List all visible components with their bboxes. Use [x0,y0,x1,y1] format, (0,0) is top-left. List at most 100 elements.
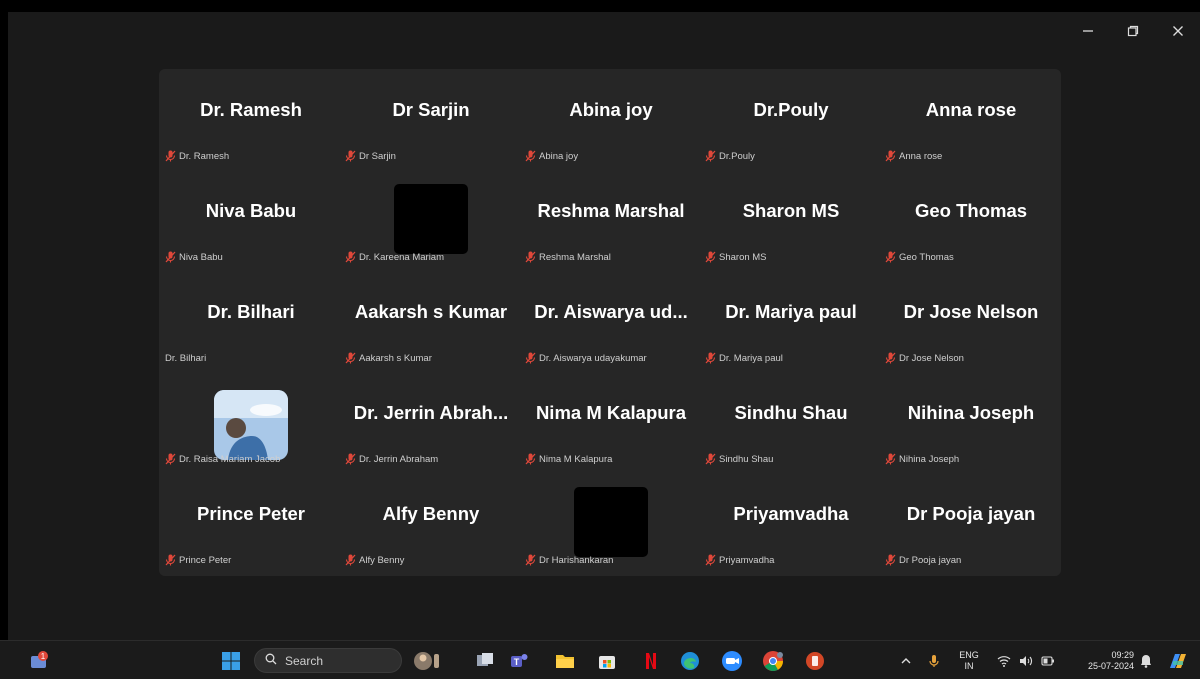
participant-label: Dr Harishankaran [525,553,613,567]
battery-icon[interactable] [1038,641,1058,679]
language-indicator[interactable]: ENG IN [954,641,984,679]
svg-text:T: T [514,657,520,667]
participant-label: Niva Babu [165,250,223,264]
muted-mic-icon [885,251,896,263]
svg-text:1: 1 [41,652,46,661]
participant-label-text: Dr Jose Nelson [899,352,964,364]
copilot-icon[interactable] [1164,641,1192,679]
participant-label: Abina joy [525,149,578,163]
participant-label-text: Priyamvadha [719,554,775,566]
participant-tile[interactable]: Abina joy Abina joy [521,69,701,170]
muted-mic-icon [165,554,176,566]
participant-label-text: Dr.Pouly [719,150,755,162]
taskbar-search-box[interactable]: Search [254,648,402,673]
muted-mic-icon [165,251,176,263]
participant-name: Dr. Bilhari [207,301,295,322]
task-view-icon[interactable] [470,641,500,679]
windows-start-icon[interactable] [216,641,246,679]
participant-tile[interactable]: Dr. Kareena Mariam [341,170,521,271]
participant-tile[interactable]: Dr. Aiswarya ud... Dr. Aiswarya udayakuma… [521,271,701,372]
participant-tile[interactable]: Aakarsh s Kumar Aakarsh s Kumar [341,271,521,372]
chevron-up-icon[interactable] [896,641,916,679]
participant-tile[interactable]: Dr Harishankaran [521,473,701,574]
participant-tile[interactable]: Prince Peter Prince Peter [161,473,341,574]
muted-mic-icon [705,352,716,364]
participant-tile[interactable]: Dr. Raisa Mariam Jacob [161,372,341,473]
participant-tile[interactable]: Sindhu Shau Sindhu Shau [701,372,881,473]
participant-tile[interactable]: Geo Thomas Geo Thomas [881,170,1061,271]
muted-mic-icon [165,453,176,465]
participant-label: Geo Thomas [885,250,954,264]
participant-tile[interactable]: Dr. Bilhari Dr. Bilhari [161,271,341,372]
teams-icon[interactable]: T [504,641,534,679]
netflix-icon[interactable] [636,641,666,679]
microsoft-store-icon[interactable] [592,641,622,679]
participant-tile[interactable]: Dr Jose Nelson Dr Jose Nelson [881,271,1061,372]
microphone-icon[interactable] [924,641,944,679]
participant-label: Dr. Kareena Mariam [345,250,444,264]
participant-label-text: Dr. Jerrin Abraham [359,453,439,465]
participant-label: Dr. Raisa Mariam Jacob [165,452,280,466]
participant-name: Dr. Aiswarya ud... [534,301,688,322]
system-clock[interactable]: 09:29 25-07-2024 [1072,641,1134,679]
zoom-meeting-window: Dr. Ramesh Dr. Ramesh Dr Sarjin Dr Sarjin Ab… [8,12,1200,640]
muted-mic-icon [165,150,176,162]
file-explorer-icon[interactable] [550,641,580,679]
muted-mic-icon [525,554,536,566]
muted-mic-icon [885,554,896,566]
participant-tile[interactable]: Dr.Pouly Dr.Pouly [701,69,881,170]
muted-mic-icon [345,554,356,566]
participant-tile[interactable]: Dr Sarjin Dr Sarjin [341,69,521,170]
user-widget-icon[interactable] [410,641,444,679]
participant-tile[interactable]: Nihina Joseph Nihina Joseph [881,372,1061,473]
muted-mic-icon [705,251,716,263]
participant-label-text: Dr Harishankaran [539,554,614,566]
chrome-icon[interactable] [758,641,788,679]
participant-name: Dr Sarjin [392,99,470,120]
participant-name: Aakarsh s Kumar [354,301,508,322]
participant-name: Dr. Ramesh [200,99,302,120]
muted-mic-icon [525,150,536,162]
participant-tile[interactable]: Dr. Mariya paul Dr. Mariya paul [701,271,881,372]
participant-tile[interactable]: Dr. Jerrin Abrah... Dr. Jerrin Abraham [341,372,521,473]
participant-label: Priyamvadha [705,553,774,567]
participant-name: Dr.Pouly [753,99,829,120]
muted-mic-icon [345,251,356,263]
participant-label-text: Dr. Mariya paul [719,352,783,364]
volume-icon[interactable] [1016,641,1036,679]
participant-video [394,184,468,254]
muted-mic-icon [885,352,896,364]
participant-label: Nihina Joseph [885,452,959,466]
participant-label-text: Nihina Joseph [899,453,960,465]
participant-label-text: Aakarsh s Kumar [359,352,432,364]
notification-bell-icon[interactable] [1136,641,1156,679]
participant-label-text: Anna rose [899,150,943,162]
restore-icon[interactable] [1110,12,1155,50]
participant-name: Nima M Kalapura [535,402,687,423]
participant-label: Dr. Jerrin Abraham [345,452,438,466]
powerpoint-icon[interactable] [800,641,830,679]
participant-tile[interactable]: Nima M Kalapura Nima M Kalapura [521,372,701,473]
participant-tile[interactable]: Niva Babu Niva Babu [161,170,341,271]
muted-mic-icon [345,453,356,465]
participant-tile[interactable]: Reshma Marshal Reshma Marshal [521,170,701,271]
participant-label: Dr. Ramesh [165,149,229,163]
close-icon[interactable] [1155,12,1200,50]
participant-name: Niva Babu [205,200,297,221]
participant-label-text: Nima M Kalapura [539,453,613,465]
language-region: IN [964,660,974,671]
participant-tile[interactable]: Sharon MS Sharon MS [701,170,881,271]
edge-icon[interactable] [675,641,705,679]
participant-tile[interactable]: Alfy Benny Alfy Benny [341,473,521,574]
participant-label-text: Dr. Bilhari [165,352,207,364]
zoom-icon[interactable] [717,641,747,679]
muted-mic-icon [705,150,716,162]
wifi-icon[interactable] [994,641,1014,679]
participant-tile[interactable]: Dr Pooja jayan Dr Pooja jayan [881,473,1061,574]
participant-tile[interactable]: Anna rose Anna rose [881,69,1061,170]
notification-app-icon[interactable]: 1 [24,641,54,679]
minimize-icon[interactable] [1065,12,1110,50]
participant-tile[interactable]: Priyamvadha Priyamvadha [701,473,881,574]
participant-tile[interactable]: Dr. Ramesh Dr. Ramesh [161,69,341,170]
muted-mic-icon [525,352,536,364]
